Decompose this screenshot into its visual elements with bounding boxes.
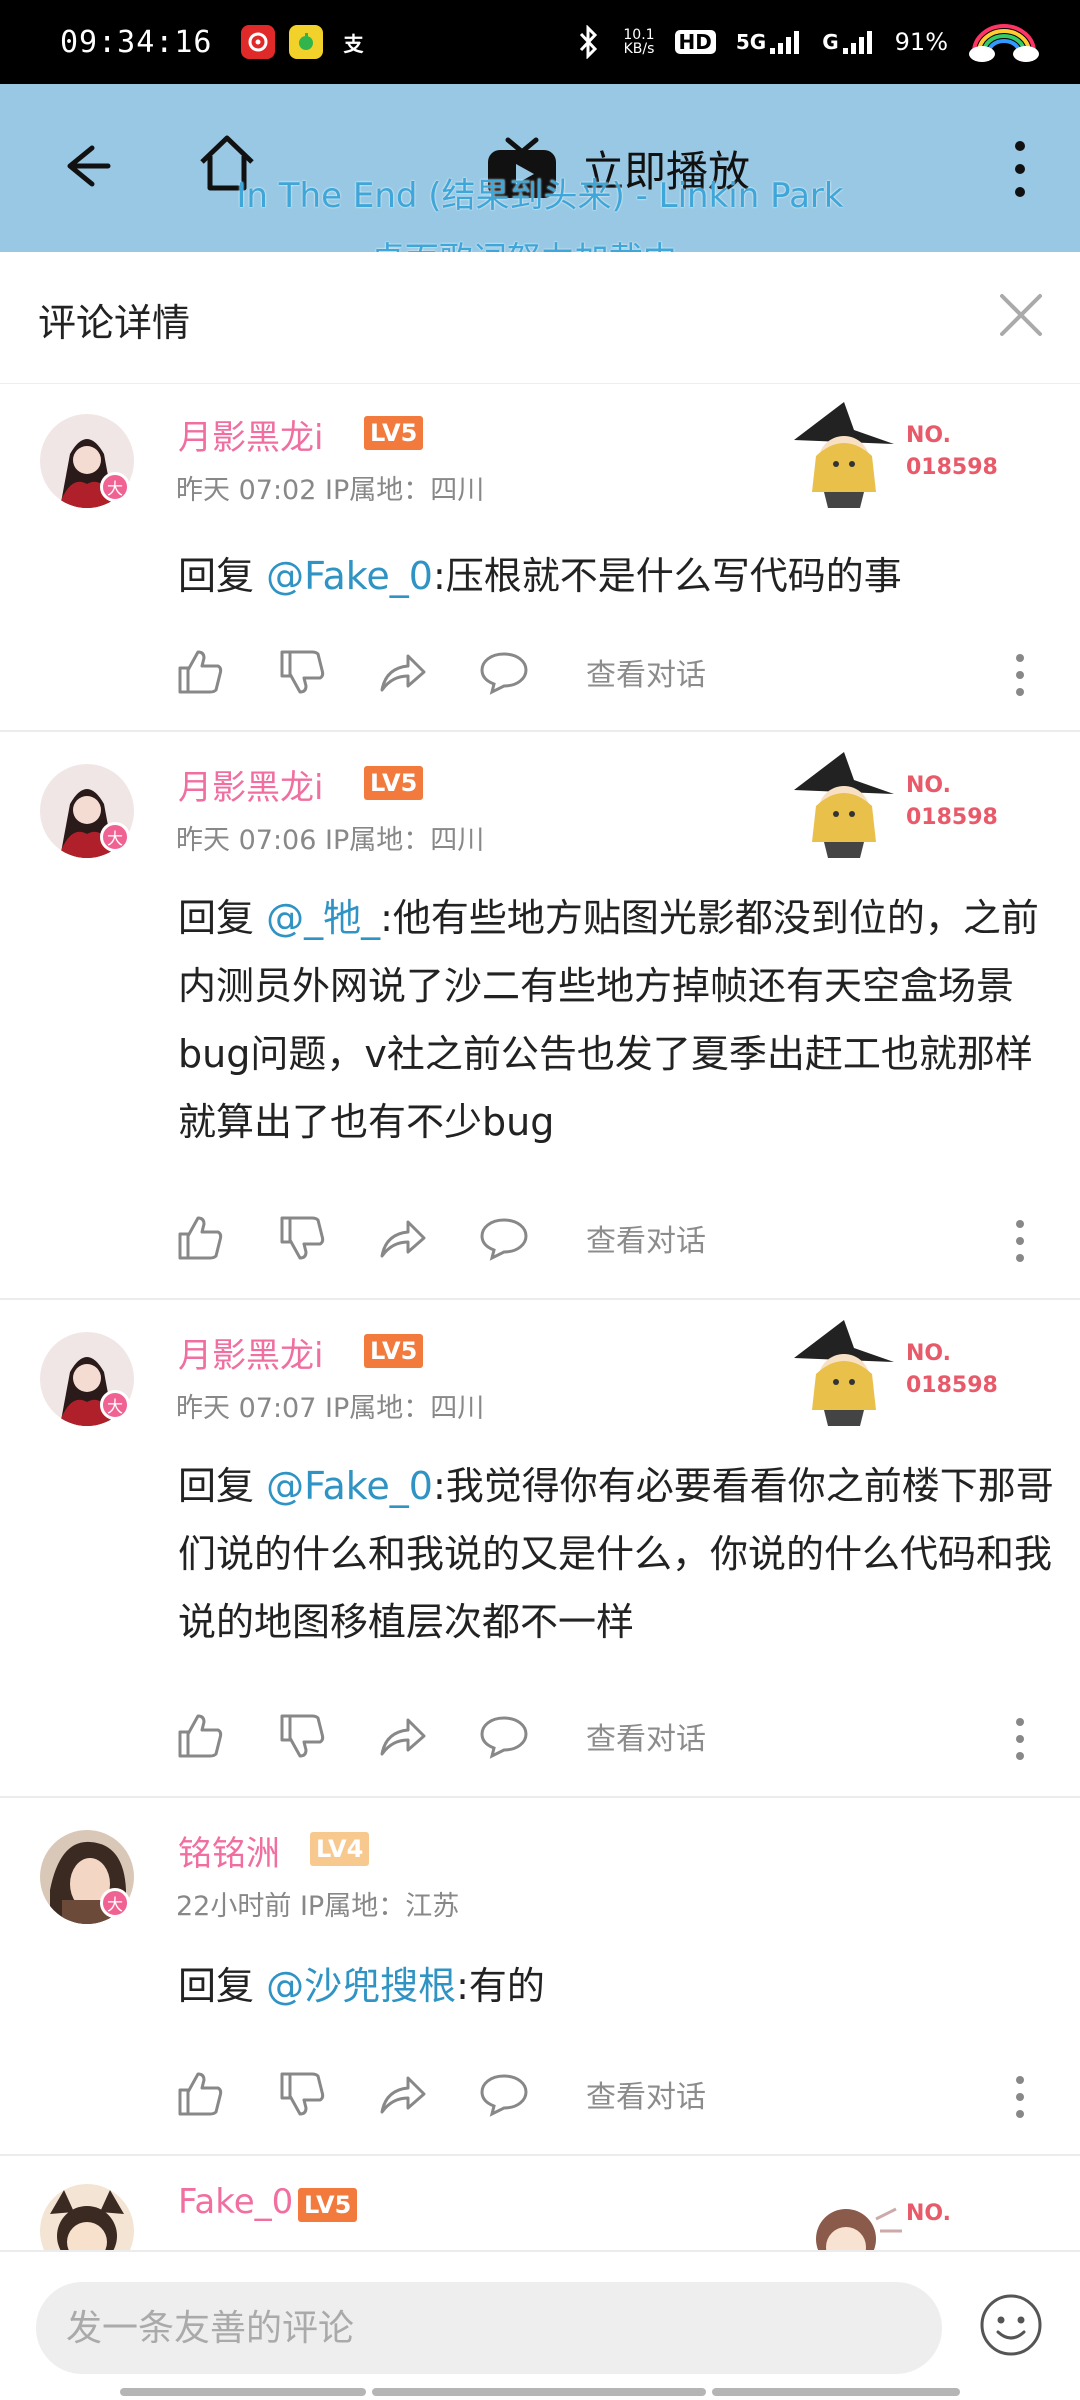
hd-indicator: HD: [674, 30, 716, 54]
comment-meta: 昨天 07:07 IP属地：四川: [176, 1393, 485, 1424]
status-indicators: 10.1 KB/s HD 5G G 91%: [575, 22, 1040, 62]
avatar-badge: 大: [100, 822, 130, 852]
bluetooth-icon: [580, 25, 598, 59]
comment-item: 大 月影黑龙i LV5 昨天 07:06 IP属地：四川 NO. 018598 回…: [0, 734, 1080, 1300]
level-badge: LV5: [364, 416, 424, 450]
comment-meta: 昨天 07:02 IP属地：四川: [176, 475, 485, 506]
signal-bars-icon: [770, 31, 800, 54]
comment-detail-header: 评论详情: [0, 252, 1080, 384]
avatar-badge: 大: [100, 472, 130, 502]
avatar-badge: 大: [100, 1888, 130, 1918]
comment-text: 回复 @Fake_0:压根就不是什么写代码的事: [178, 554, 902, 598]
mention-link[interactable]: @Fake_0: [266, 554, 433, 598]
dislike-icon[interactable]: [276, 1710, 328, 1762]
scroll-indicator: [120, 2388, 366, 2396]
username[interactable]: 月影黑龙i: [178, 1328, 323, 1377]
comment-text: 回复 @_牠_:他有些地方贴图光影都没到位的，之前内测员外网说了沙二有些地方掉帧…: [178, 896, 1039, 1144]
reply-comment-icon[interactable]: [478, 1212, 530, 1264]
signal-5g: 5G: [736, 30, 802, 54]
comment-actions: 查看对话: [0, 1212, 1080, 1272]
witch-pendant-icon: [794, 402, 894, 508]
emoji-icon[interactable]: [978, 2292, 1044, 2358]
comment-text: 回复 @Fake_0:我觉得你有必要看看你之前楼下那哥们说的什么和我说的又是什么…: [178, 1464, 1054, 1644]
level-badge: LV5: [364, 1334, 424, 1368]
netease-music-icon: [240, 25, 275, 59]
status-bar: 09:34:16 支 10.1 KB/s HD 5G G 91%: [0, 0, 1080, 84]
comment-more-icon[interactable]: [1010, 1216, 1030, 1266]
view-conversation-link[interactable]: 查看对话: [586, 1714, 706, 1758]
close-icon[interactable]: [996, 290, 1046, 340]
level-badge: LV5: [298, 2188, 358, 2222]
view-conversation-link[interactable]: 查看对话: [586, 650, 706, 694]
avatar-badge: 大: [100, 1390, 130, 1420]
comment-meta: 22小时前 IP属地：江苏: [176, 1891, 460, 1922]
comment-more-icon[interactable]: [1010, 1714, 1030, 1764]
level-badge: LV4: [310, 1832, 370, 1866]
like-icon[interactable]: [174, 1212, 226, 1264]
pendant-number: NO. 018598: [906, 1341, 998, 1398]
share-icon[interactable]: [376, 1212, 428, 1264]
comment-text: 回复 @沙兜搜根:有的: [178, 1964, 545, 2008]
mention-link[interactable]: @Fake_0: [266, 1464, 433, 1508]
signal-bars-icon-2: [842, 31, 872, 54]
comment-input-container[interactable]: [36, 2282, 942, 2374]
rainbow-cloud-icon: [969, 24, 1039, 62]
like-icon[interactable]: [174, 2068, 226, 2120]
share-icon[interactable]: [376, 1710, 428, 1762]
comment-actions: 查看对话: [0, 646, 1080, 706]
comment-actions: 查看对话: [0, 2068, 1080, 2128]
page-title: 评论详情: [38, 301, 191, 345]
username[interactable]: 月影黑龙i: [178, 410, 323, 459]
share-icon[interactable]: [376, 2068, 428, 2120]
battery-level: 91%: [894, 28, 948, 56]
comment-item: 大 月影黑龙i LV5 昨天 07:02 IP属地：四川 NO. 018598 回…: [0, 384, 1080, 732]
comment-meta: 昨天 07:06 IP属地：四川: [176, 825, 485, 856]
pendant-number: NO. 018598: [906, 773, 998, 830]
app-bar: 立即播放 In The End (结果到头来) - Linkin Park 桌面…: [0, 84, 1080, 280]
comment-actions: 查看对话: [0, 1710, 1080, 1770]
comment-item: Fake_0 LV5 NO.: [0, 2158, 1080, 2250]
net-speed: 10.1 KB/s: [623, 27, 655, 57]
desktop-lyric-line1: In The End (结果到头来) - Linkin Park: [236, 176, 844, 216]
comment-item: 大 月影黑龙i LV5 昨天 07:07 IP属地：四川 NO. 018598 回…: [0, 1302, 1080, 1798]
dislike-icon[interactable]: [276, 1212, 328, 1264]
level-badge: LV5: [364, 766, 424, 800]
witch-pendant-icon: [794, 1320, 894, 1426]
comment-more-icon[interactable]: [1010, 650, 1030, 700]
reply-comment-icon[interactable]: [478, 646, 530, 698]
pendant-number: NO.: [906, 2201, 951, 2226]
status-app-icons: 支: [240, 25, 371, 59]
alipay-icon: 支: [343, 31, 364, 56]
qq-music-icon: [288, 25, 323, 59]
comment-item: 大 铭铭洲 LV4 22小时前 IP属地：江苏 回复 @沙兜搜根:有的 查看对话: [0, 1800, 1080, 2156]
status-time: 09:34:16: [60, 24, 213, 60]
like-icon[interactable]: [174, 646, 226, 698]
pendant-number: NO. 018598: [906, 423, 998, 480]
scroll-indicator: [712, 2388, 960, 2396]
avatar[interactable]: [40, 2184, 134, 2250]
comment-more-icon[interactable]: [1010, 2072, 1030, 2122]
mention-link[interactable]: @沙兜搜根: [266, 1964, 456, 2008]
comment-input[interactable]: [36, 2282, 942, 2374]
username[interactable]: Fake_0: [178, 2182, 293, 2222]
reply-comment-icon[interactable]: [478, 1710, 530, 1762]
like-icon[interactable]: [174, 1710, 226, 1762]
girl-pendant-icon: [816, 2207, 902, 2250]
share-icon[interactable]: [376, 646, 428, 698]
username[interactable]: 月影黑龙i: [178, 760, 323, 809]
dislike-icon[interactable]: [276, 646, 328, 698]
mention-link[interactable]: @_牠_: [266, 896, 380, 940]
comment-detail-screen: 09:34:16 支 10.1 KB/s HD 5G G 91% 立即播放 In…: [0, 0, 1080, 2400]
witch-pendant-icon: [794, 752, 894, 858]
signal-g: G: [822, 30, 874, 54]
view-conversation-link[interactable]: 查看对话: [586, 1216, 706, 1260]
scroll-indicator: [372, 2388, 706, 2396]
reply-comment-icon[interactable]: [478, 2068, 530, 2120]
view-conversation-link[interactable]: 查看对话: [586, 2072, 706, 2116]
username[interactable]: 铭铭洲: [178, 1826, 280, 1875]
dislike-icon[interactable]: [276, 2068, 328, 2120]
comment-input-bar: [0, 2250, 1080, 2400]
